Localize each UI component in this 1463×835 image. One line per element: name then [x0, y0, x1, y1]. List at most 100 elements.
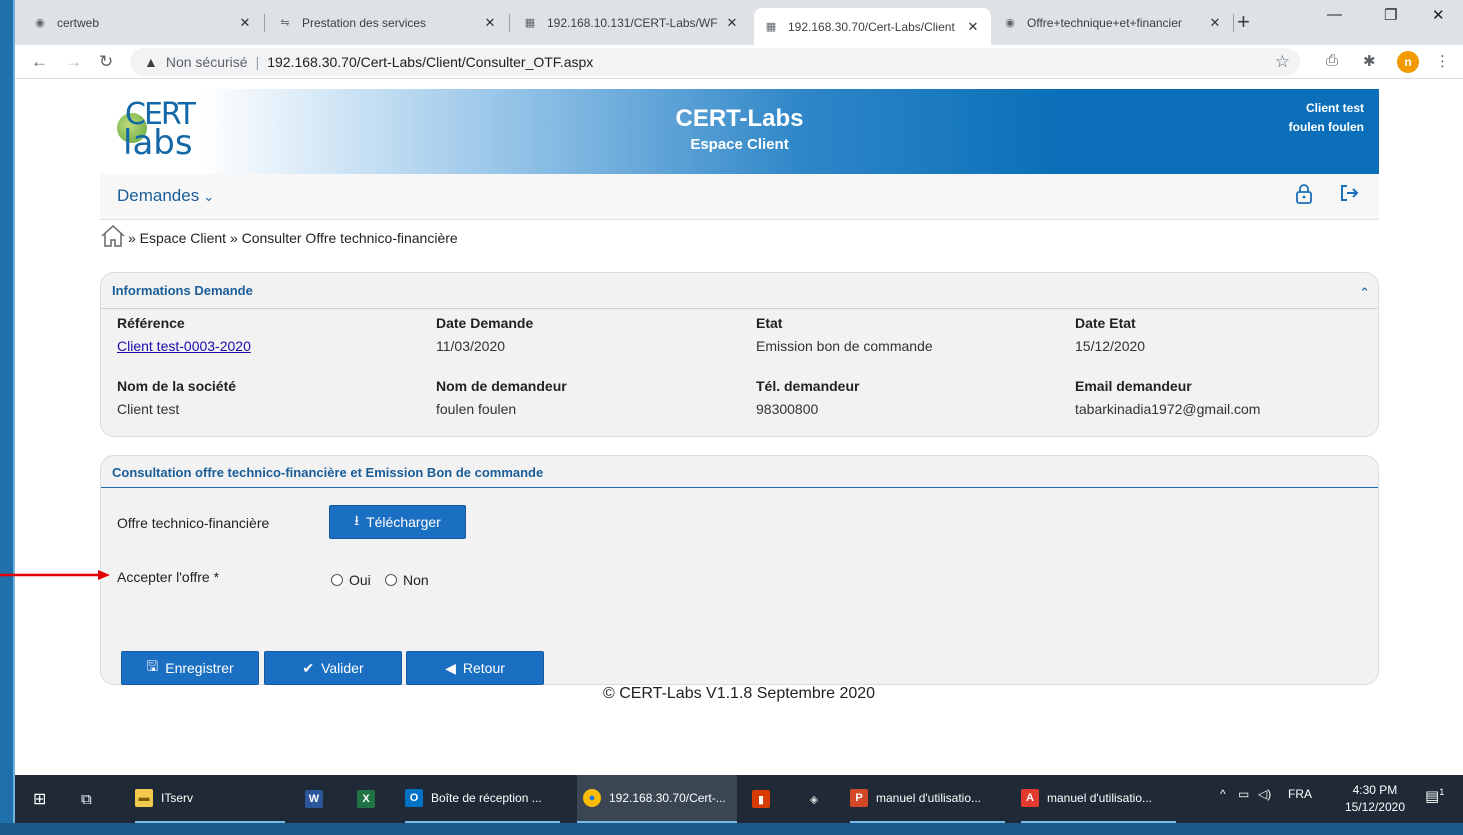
- radio-oui[interactable]: Oui: [331, 572, 371, 588]
- minimize-icon[interactable]: —: [1327, 6, 1342, 23]
- chevron-up-icon[interactable]: ⌃: [1359, 285, 1370, 301]
- info-demande-panel: Informations Demande ⌃ Référence Client …: [100, 272, 1379, 437]
- back-arrow-icon[interactable]: ←: [31, 52, 48, 72]
- taskbar-explorer[interactable]: ▬ ITserv: [135, 775, 285, 823]
- notification-icon[interactable]: ▤1: [1425, 787, 1444, 805]
- user-info: Client test foulen foulen: [1289, 99, 1364, 137]
- panel-title: Informations Demande: [112, 283, 253, 298]
- task-view-icon[interactable]: ⧉: [81, 775, 92, 823]
- close-tab-icon[interactable]: ✕: [1207, 15, 1223, 31]
- tab-separator: [264, 14, 265, 32]
- forward-arrow-icon[interactable]: →: [65, 52, 82, 72]
- taskbar-office[interactable]: ▮: [752, 775, 778, 823]
- puzzle-extensions-icon[interactable]: ✱: [1363, 52, 1376, 70]
- close-tab-icon[interactable]: ✕: [965, 19, 981, 35]
- clock[interactable]: 4:30 PM 15/12/2020: [1345, 782, 1405, 816]
- taskbar-app[interactable]: ◈: [805, 775, 831, 823]
- new-tab-button[interactable]: +: [1237, 9, 1250, 35]
- panel-header[interactable]: Informations Demande ⌃: [101, 273, 1378, 309]
- tel-field: Tél. demandeur 98300800: [756, 378, 859, 417]
- save-icon: 🖫: [146, 658, 159, 674]
- tray-chevron-icon[interactable]: ^: [1220, 787, 1226, 801]
- taskbar-label: 192.168.30.70/Cert-...: [609, 791, 726, 805]
- bookmark-star-icon[interactable]: ☆: [1275, 52, 1290, 72]
- date-demande-field: Date Demande 11/03/2020: [436, 315, 533, 354]
- site-subtitle: Espace Client: [690, 136, 789, 153]
- site-favicon-icon: ⇋: [280, 17, 290, 29]
- excel-icon: X: [357, 790, 375, 808]
- browser-tab[interactable]: ◉ certweb ✕: [23, 8, 263, 37]
- pdf-icon: A: [1021, 789, 1039, 807]
- field-label: Référence: [117, 315, 185, 331]
- field-label: Date Demande: [436, 315, 534, 331]
- clock-time: 4:30 PM: [1352, 783, 1398, 797]
- address-bar[interactable]: ▲ Non sécurisé | 192.168.30.70/Cert-Labs…: [130, 48, 1300, 76]
- reload-icon[interactable]: ↻: [99, 52, 113, 72]
- field-value: tabarkinadia1972@gmail.com: [1075, 401, 1261, 417]
- network-icon[interactable]: ▭: [1238, 787, 1249, 801]
- reference-link[interactable]: Client test-0003-2020: [117, 338, 251, 354]
- more-menu-icon[interactable]: ⋮: [1435, 52, 1450, 70]
- profile-avatar[interactable]: n: [1397, 51, 1419, 73]
- powerpoint-icon: P: [850, 789, 868, 807]
- user-company: Client test: [1305, 101, 1364, 115]
- browser-tab-active[interactable]: ▦ 192.168.30.70/Cert-Labs/Client ✕: [754, 8, 991, 45]
- close-tab-icon[interactable]: ✕: [724, 15, 740, 31]
- volume-icon[interactable]: ◁): [1258, 787, 1271, 801]
- offre-label: Offre technico-financière: [117, 515, 270, 531]
- back-button[interactable]: ◀ Retour: [406, 651, 544, 685]
- tab-separator: [1233, 14, 1234, 32]
- folder-icon: ▬: [135, 789, 153, 807]
- button-label: Valider: [321, 660, 364, 676]
- field-label: Nom de la société: [117, 378, 237, 394]
- validate-button[interactable]: ✔ Valider: [264, 651, 402, 685]
- taskbar-chrome[interactable]: ● 192.168.30.70/Cert-...: [577, 775, 737, 823]
- field-label: Etat: [756, 315, 783, 331]
- lock-icon[interactable]: [1295, 184, 1313, 210]
- societe-field: Nom de la société Client test: [117, 378, 236, 417]
- breadcrumb-text: » Espace Client » Consulter Offre techni…: [128, 230, 458, 246]
- field-value: 98300800: [756, 401, 819, 417]
- demandes-menu[interactable]: Demandes ⌄: [117, 186, 214, 206]
- outlook-icon: O: [405, 789, 423, 807]
- field-value: 11/03/2020: [436, 338, 506, 354]
- browser-tab[interactable]: ⇋ Prestation des services ✕: [268, 8, 508, 37]
- download-button[interactable]: ⭳ Télécharger: [329, 505, 466, 539]
- close-tab-icon[interactable]: ✕: [237, 15, 253, 31]
- taskbar-acrobat[interactable]: A manuel d'utilisatio...: [1021, 775, 1176, 823]
- demandes-label: Demandes: [117, 186, 200, 205]
- taskbar-excel[interactable]: X: [357, 775, 383, 823]
- home-icon[interactable]: [100, 224, 126, 252]
- etat-field: Etat Emission bon de commande: [756, 315, 933, 354]
- radio-non[interactable]: Non: [385, 572, 429, 588]
- language-indicator[interactable]: FRA: [1288, 787, 1312, 801]
- extension-icon[interactable]: ⎙: [1326, 52, 1338, 69]
- browser-tab[interactable]: ◉ Offre+technique+et+financier ✕: [993, 8, 1233, 37]
- taskbar-powerpoint[interactable]: P manuel d'utilisatio...: [850, 775, 1005, 823]
- tab-title: Prestation des services: [302, 15, 427, 30]
- restore-icon[interactable]: ❐: [1384, 6, 1397, 24]
- tab-title: certweb: [57, 15, 100, 30]
- logout-icon[interactable]: [1339, 183, 1359, 209]
- field-label: Nom de demandeur: [436, 378, 567, 394]
- address-row: ← → ↻ ▲ Non sécurisé | 192.168.30.70/Cer…: [15, 45, 1463, 79]
- panel-header: Consultation offre technico-financière e…: [101, 456, 1378, 488]
- certlabs-favicon-icon: ▦: [524, 17, 536, 29]
- save-button[interactable]: 🖫 Enregistrer: [121, 651, 259, 685]
- taskbar-word[interactable]: W: [305, 775, 331, 823]
- breadcrumb: » Espace Client » Consulter Offre techni…: [100, 224, 458, 252]
- taskbar-outlook[interactable]: O Boîte de réception ...: [405, 775, 560, 823]
- browser-tab[interactable]: ▦ 192.168.10.131/CERT-Labs/WF ✕: [513, 8, 750, 37]
- site-title: CERT-Labs: [675, 105, 804, 132]
- divider: |: [255, 54, 260, 70]
- demandeur-field: Nom de demandeur foulen foulen: [436, 378, 567, 417]
- close-tab-icon[interactable]: ✕: [482, 15, 498, 31]
- tab-title: 192.168.10.131/CERT-Labs/WF: [547, 15, 718, 30]
- radio-circle[interactable]: [385, 574, 397, 586]
- windows-start-icon[interactable]: ⊞: [33, 775, 46, 823]
- close-window-icon[interactable]: ✕: [1432, 6, 1445, 24]
- radio-circle[interactable]: [331, 574, 343, 586]
- taskbar-label: ITserv: [161, 791, 194, 805]
- tab-strip: ◉ certweb ✕ ⇋ Prestation des services ✕ …: [15, 0, 1463, 45]
- taskbar-label: Boîte de réception ...: [431, 791, 542, 805]
